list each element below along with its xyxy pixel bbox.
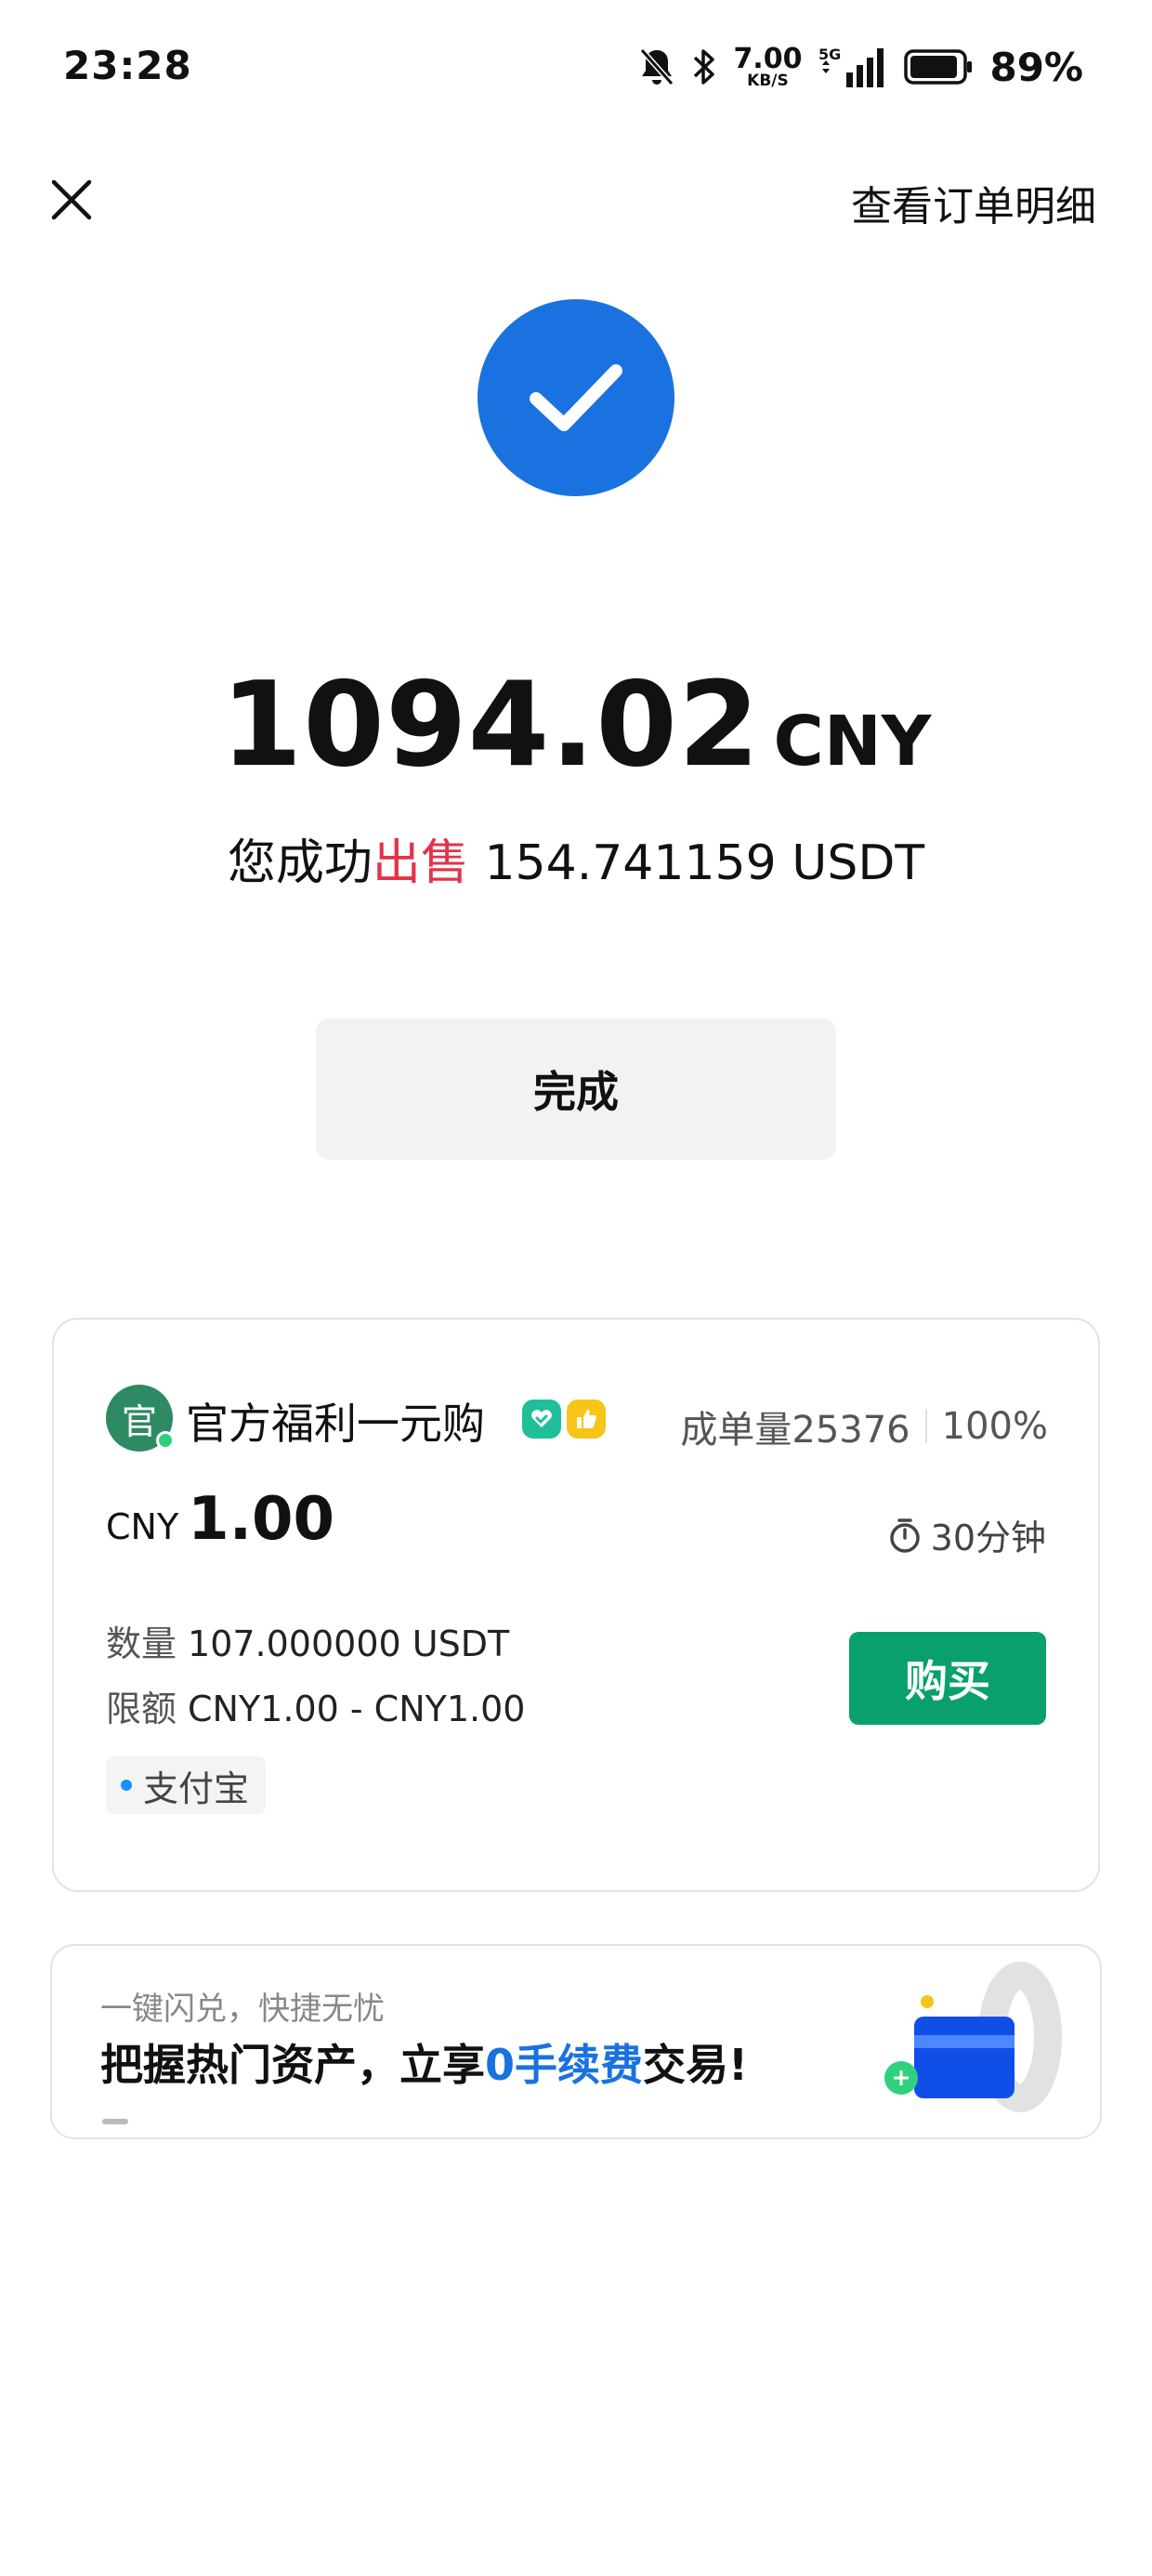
price-value: 1.00 [188, 1485, 335, 1554]
payment-dot [121, 1780, 132, 1791]
status-time: 23:28 [63, 43, 192, 88]
payment-method: 支付宝 [143, 1768, 250, 1809]
check-icon [530, 364, 622, 431]
quantity-label: 数量 [106, 1623, 177, 1664]
buy-button[interactable]: 购买 [849, 1632, 1046, 1725]
amount-value: 1094.02 [220, 656, 761, 793]
avatar-text: 官 [121, 1400, 157, 1442]
limit-value: CNY1.00 - CNY1.00 [188, 1689, 526, 1729]
verified-badge-icon [522, 1400, 561, 1439]
sold-prefix: 您成功 [227, 835, 373, 891]
net-speed-unit: KB/S [747, 71, 789, 90]
merchant-ad-card[interactable]: 官 官方福利一元购 成单量25376 100% CNY 1.00 30分钟 数量 1… [52, 1318, 1100, 1892]
merchant-stats: 成单量25376 100% [680, 1400, 1048, 1453]
network-speed: 7.00 KB/S [733, 42, 803, 90]
timer-icon [889, 1518, 920, 1553]
sold-action: 出售 [372, 835, 469, 891]
mute-icon [638, 46, 675, 87]
quantity-value: 107.000000 USDT [188, 1623, 510, 1664]
view-order-details-link[interactable]: 查看订单明细 [851, 173, 1096, 232]
promo-banner[interactable]: 一键闪兑，快捷无忧 把握热门资产，立享0手续费交易! [50, 1944, 1102, 2139]
done-button[interactable]: 完成 [316, 1019, 836, 1160]
battery-icon [904, 49, 973, 85]
limit-row: 限额 CNY1.00 - CNY1.00 [106, 1680, 525, 1731]
battery-percent: 89% [989, 44, 1083, 90]
sold-summary: 您成功出售 154.741159 USDT [0, 823, 1152, 893]
carousel-indicator [102, 2119, 128, 2124]
net-speed-value: 7.00 [733, 42, 803, 75]
avatar: 官 [106, 1385, 175, 1452]
promo-title-after: 交易! [643, 2040, 748, 2090]
quantity-row: 数量 107.000000 USDT [106, 1615, 509, 1666]
promo-subtitle: 一键闪兑，快捷无忧 [100, 1991, 385, 2028]
merchant-name[interactable]: 官方福利一元购 [186, 1390, 485, 1452]
bluetooth-icon [692, 46, 716, 87]
success-badge [478, 299, 674, 496]
amount-currency: CNY [773, 702, 932, 782]
payment-time-limit: 30分钟 [888, 1509, 1046, 1560]
sold-amount: 154.741159 USDT [484, 835, 925, 891]
unit-price: CNY 1.00 [106, 1485, 334, 1554]
sale-amount: 1094.02 CNY [0, 656, 1152, 793]
payment-method-tag: 支付宝 [106, 1756, 267, 1814]
orders-count: 成单量25376 [680, 1409, 910, 1452]
close-icon[interactable] [46, 175, 97, 225]
price-currency: CNY [106, 1506, 179, 1547]
time-limit-text: 30分钟 [930, 1518, 1046, 1558]
limit-label: 限额 [106, 1689, 177, 1729]
online-dot [156, 1431, 175, 1450]
signal-icon: 5G [818, 45, 887, 89]
promo-title-highlight: 0手续费 [485, 2040, 644, 2090]
card-illustration-icon [884, 1962, 1062, 2112]
status-bar: 23:28 7.00 KB/S 5G 89% [0, 0, 1152, 138]
promo-title: 把握热门资产，立享0手续费交易! [100, 2031, 748, 2093]
thumbs-up-badge-icon [567, 1400, 606, 1439]
network-type: 5G [818, 46, 841, 63]
promo-title-before: 把握热门资产，立享 [100, 2040, 485, 2090]
divider [924, 1410, 927, 1443]
completion-rate: 100% [941, 1405, 1048, 1448]
status-icons: 7.00 KB/S 5G 89% [638, 41, 1083, 93]
